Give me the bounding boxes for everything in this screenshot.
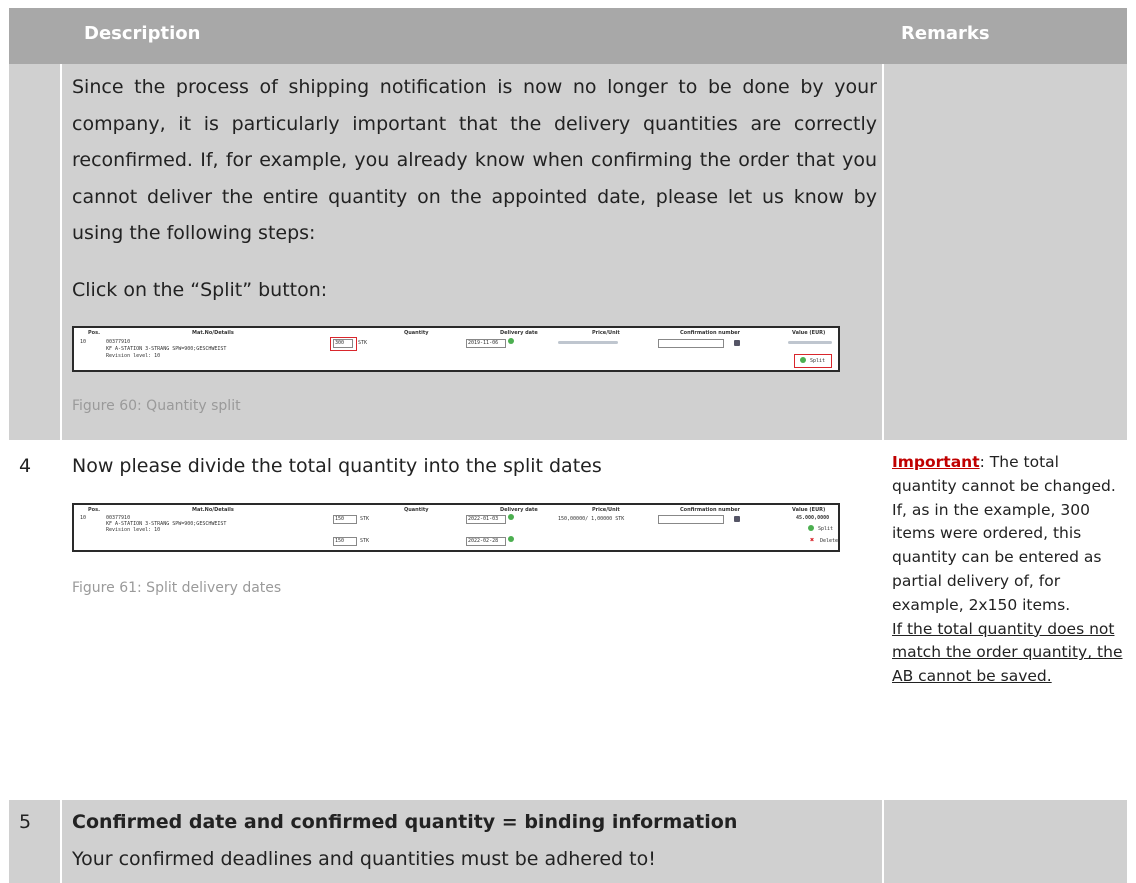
fig2-col-price: Price/Unit [592, 507, 620, 513]
fig1-revision: Revision level: 10 [106, 353, 161, 359]
header-description: Description [84, 23, 201, 44]
fig1-col-value: Value (EUR) [792, 330, 826, 336]
fig2-delete-label: Delete [820, 538, 839, 544]
fig2-date2-ok-icon [508, 536, 514, 542]
fig1-mat-no: 00377910 [106, 339, 131, 345]
fig2-value: 45.000,0000 [796, 515, 830, 521]
fig2-pos: 10 [80, 515, 87, 521]
row2-remarks: Important: The total quantity cannot be … [892, 451, 1124, 689]
table-header: Description Remarks [9, 8, 1127, 64]
fig2-qty1: 150 [335, 516, 345, 522]
row3-remarks-cell [884, 800, 1127, 883]
row1-paragraph: Since the process of shipping notificati… [72, 76, 877, 244]
remarks-text-2: If the total quantity does not match the… [892, 619, 1123, 686]
fig2-date1: 2022-01-03 [468, 516, 499, 522]
figure-60-caption: Figure 60: Quantity split [72, 398, 241, 414]
fig2-date2: 2022-02-28 [468, 538, 499, 544]
quantity-split-figure: Pos. Mat.No/Details Quantity Delivery da… [72, 326, 840, 372]
header-remarks: Remarks [901, 23, 990, 44]
fig2-split-icon [808, 525, 814, 531]
fig2-unit1: STK [360, 516, 370, 522]
fig1-date: 2019-11-06 [468, 340, 499, 346]
fig2-unit2: STK [360, 538, 370, 544]
fig2-col-mat: Mat.No/Details [192, 507, 234, 513]
fig2-checkbox-icon [734, 516, 740, 522]
row3-number-cell [9, 800, 60, 883]
row1-remarks-cell [884, 64, 1127, 440]
fig2-revision: Revision level: 10 [106, 527, 161, 533]
fig1-unit: STK [358, 340, 368, 346]
row3-heading: Confirmed date and confirmed quantity = … [72, 811, 738, 833]
fig1-date-ok-icon [508, 338, 514, 344]
fig1-confirmation-input [658, 339, 724, 348]
fig2-col-date: Delivery date [500, 507, 538, 513]
fig1-split-label: Split [810, 358, 826, 364]
row3-number: 5 [19, 811, 32, 833]
fig1-split-icon [800, 357, 806, 363]
fig1-col-mat: Mat.No/Details [192, 330, 234, 336]
important-label: Important [892, 453, 980, 471]
fig2-col-pos: Pos. [88, 507, 100, 513]
fig2-qty2: 150 [335, 538, 345, 544]
fig1-col-price: Price/Unit [592, 330, 620, 336]
fig1-mat-desc: KF A-STATION 3-STRANG SPW=900;GESCHWEIST [106, 346, 227, 352]
fig2-col-qty: Quantity [404, 507, 429, 513]
fig1-qty: 300 [335, 340, 345, 346]
row2-number: 4 [19, 455, 32, 477]
fig1-pos: 10 [80, 339, 87, 345]
fig1-col-date: Delivery date [500, 330, 538, 336]
row1-click-instruction: Click on the “Split” button: [72, 279, 328, 301]
row2-heading: Now please divide the total quantity int… [72, 455, 602, 477]
row3-text: Your confirmed deadlines and quantities … [72, 848, 656, 870]
fig2-date1-ok-icon [508, 514, 514, 520]
fig2-price: 150,00000/ 1,00000 STK [558, 516, 625, 522]
row1-number-cell [9, 64, 60, 440]
remarks-text-1: : The total quantity cannot be changed. … [892, 453, 1116, 614]
fig2-col-value: Value (EUR) [792, 507, 826, 513]
figure-61-caption: Figure 61: Split delivery dates [72, 580, 282, 596]
fig1-col-qty: Quantity [404, 330, 429, 336]
fig2-col-conf: Confirmation number [680, 507, 741, 513]
fig1-value-blurred [788, 341, 832, 344]
fig2-split-label: Split [818, 526, 834, 532]
fig1-checkbox-icon [734, 340, 740, 346]
split-dates-figure: Pos. Mat.No/Details Quantity Delivery da… [72, 503, 840, 552]
fig1-price-blurred [558, 341, 618, 344]
fig2-confirmation-input [658, 515, 724, 524]
fig1-col-conf: Confirmation number [680, 330, 741, 336]
fig2-delete-icon: ✖ [810, 536, 815, 544]
fig1-col-pos: Pos. [88, 330, 100, 336]
